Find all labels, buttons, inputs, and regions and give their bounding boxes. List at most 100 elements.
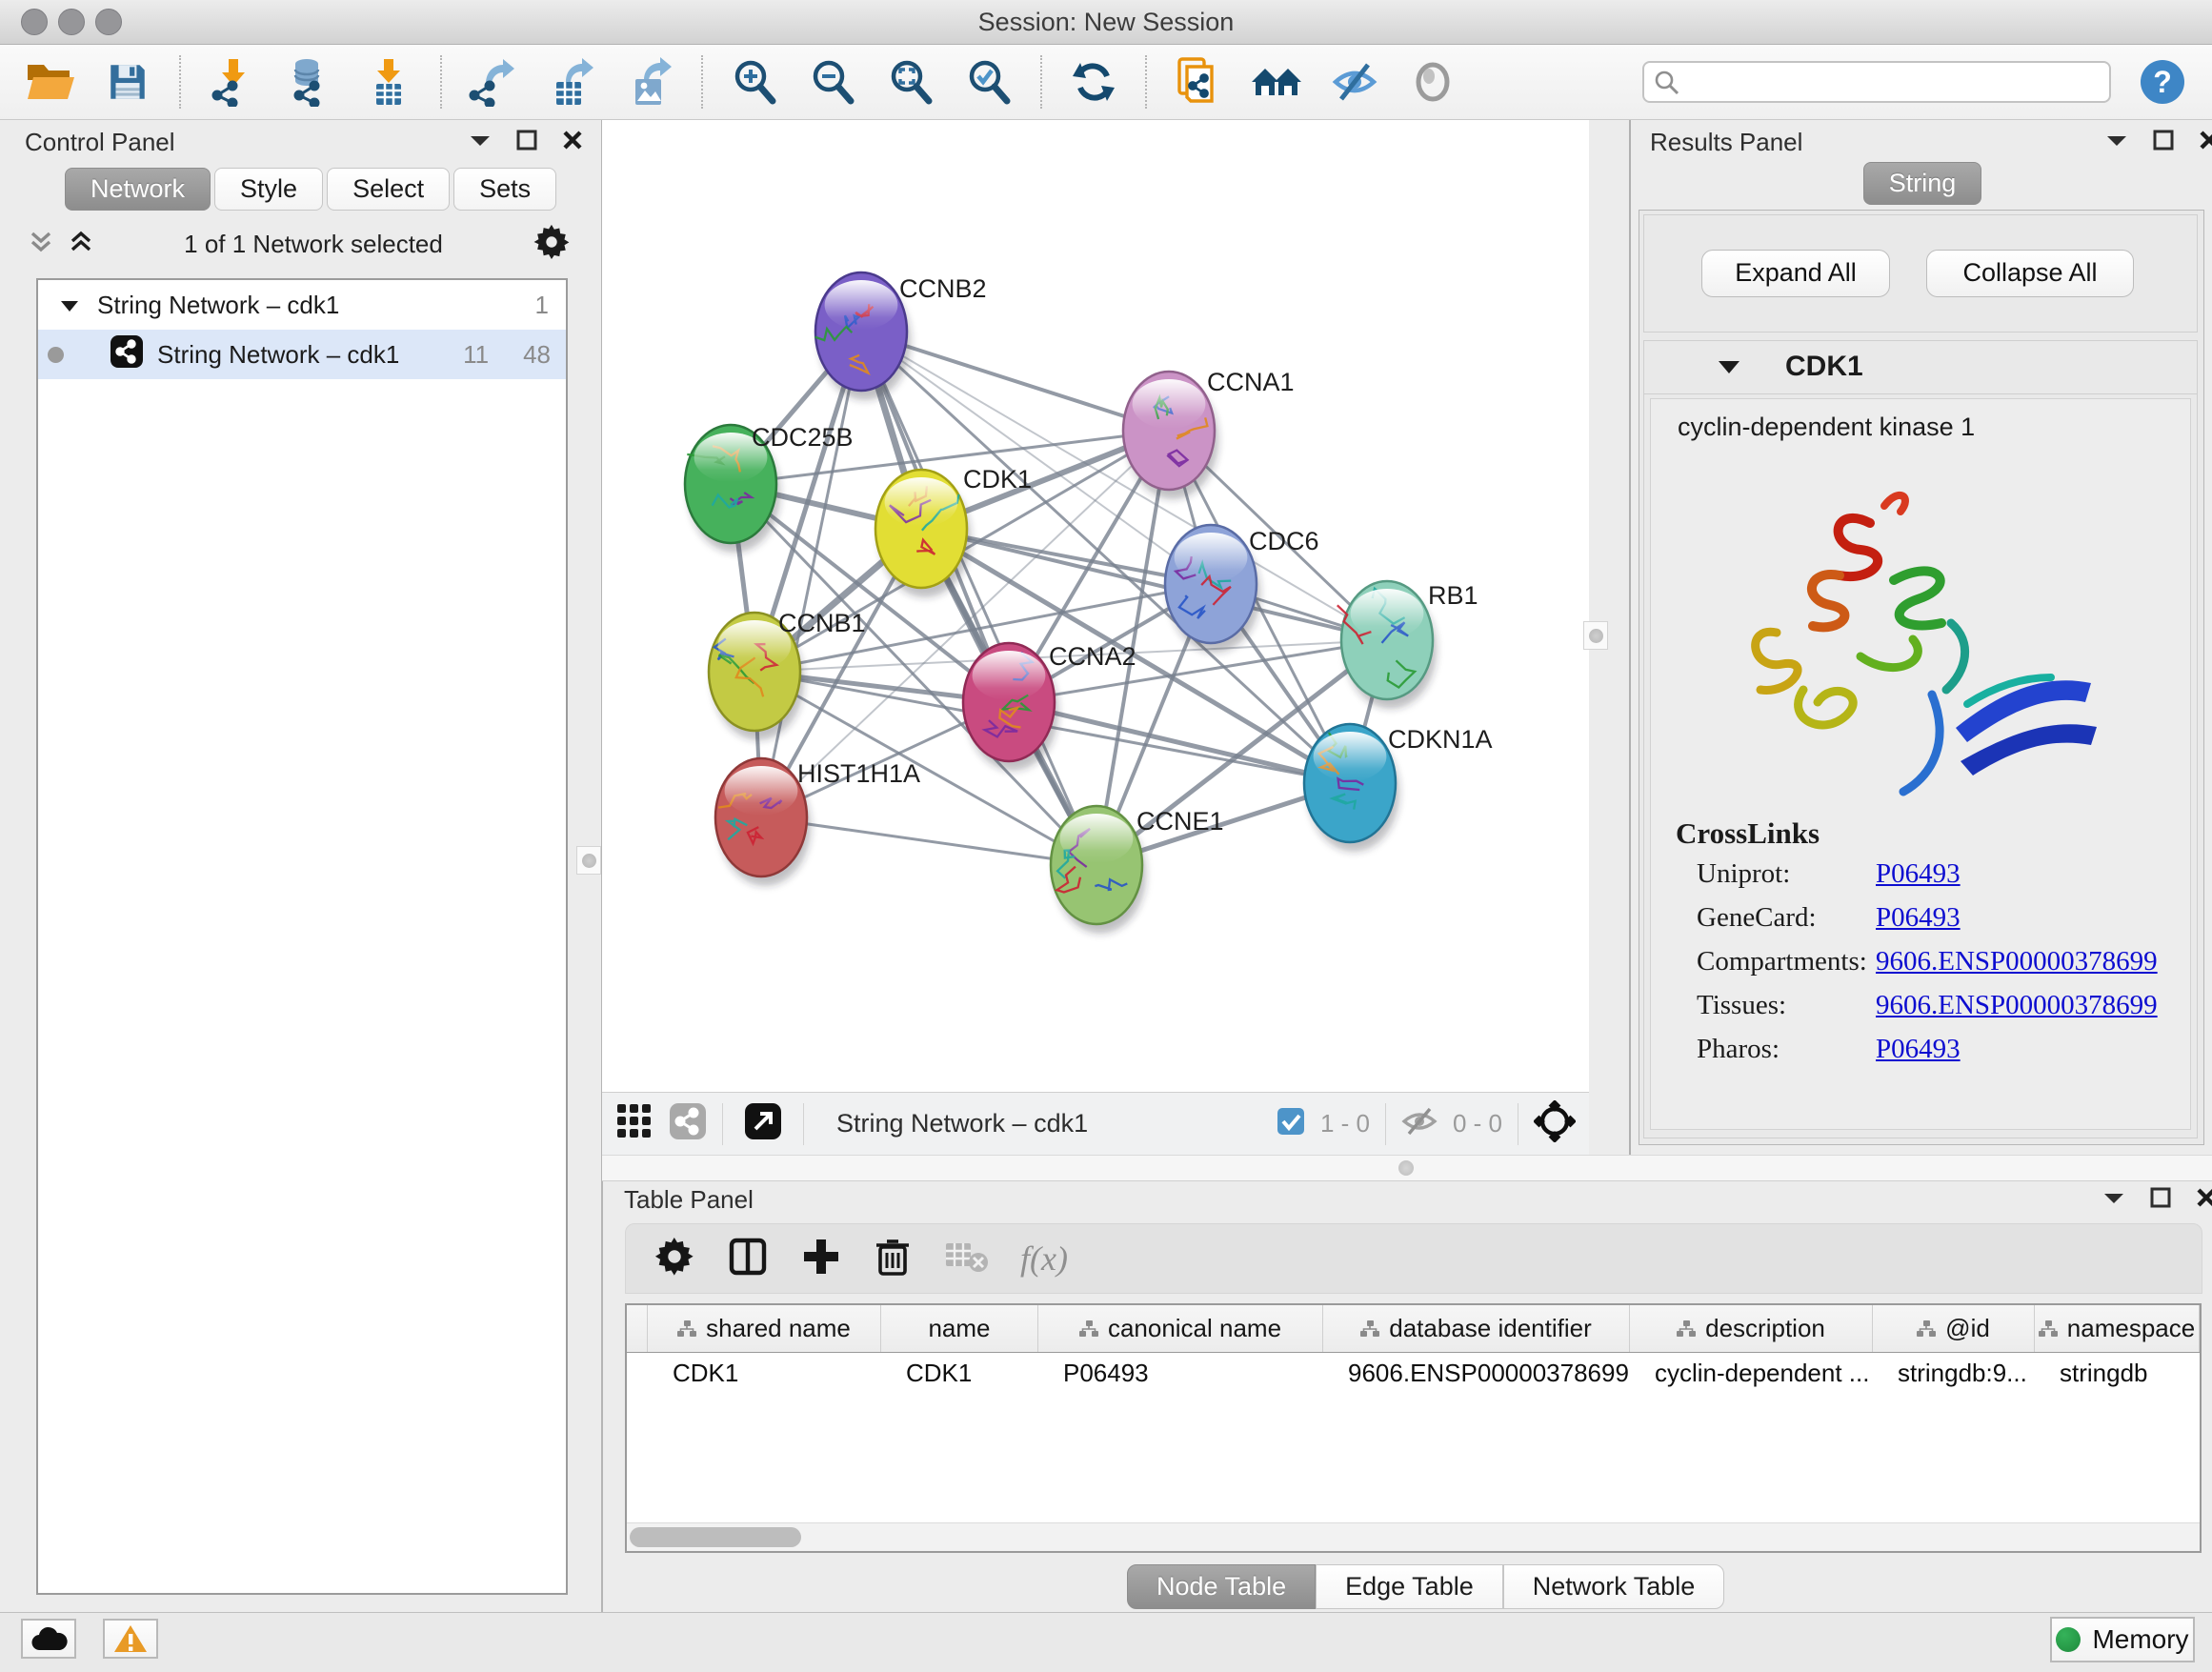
column-header-shared-name[interactable]: shared name [648, 1305, 881, 1352]
panel-float-icon[interactable] [516, 130, 537, 155]
panel-menu-icon[interactable] [469, 132, 492, 152]
gene-entry-header[interactable]: CDK1 [1644, 341, 2197, 394]
crosslink-value-link[interactable]: P06493 [1876, 902, 1961, 933]
zoom-out-icon[interactable] [806, 55, 859, 109]
share-document-icon[interactable] [1172, 55, 1225, 109]
tab-string[interactable]: String [1863, 162, 1982, 205]
right-splitter-handle[interactable] [1583, 621, 1608, 650]
panel-close-icon[interactable] [562, 130, 583, 155]
network-collection-row[interactable]: String Network – cdk1 1 [38, 280, 566, 330]
open-in-window-icon[interactable] [744, 1102, 782, 1145]
column-header-name[interactable]: name [881, 1305, 1038, 1352]
table-cell[interactable]: stringdb:9... [1873, 1353, 2035, 1395]
table-cell[interactable]: cyclin-dependent ... [1630, 1353, 1873, 1395]
apply-function-icon[interactable]: f(x) [1020, 1239, 1068, 1279]
show-all-eye-icon[interactable] [1406, 55, 1459, 109]
save-session-icon[interactable] [101, 55, 154, 109]
refresh-icon[interactable] [1067, 55, 1120, 109]
entry-collapse-icon[interactable] [1717, 358, 1741, 380]
panel-float-icon[interactable] [2150, 1187, 2171, 1213]
cloud-button[interactable] [21, 1619, 76, 1659]
selected-checkbox-icon[interactable] [1277, 1107, 1305, 1140]
network-node-HIST1H1A[interactable] [715, 758, 811, 886]
network-edge[interactable] [761, 817, 1096, 865]
delete-column-trash-icon[interactable] [874, 1236, 912, 1282]
panel-close-icon[interactable] [2196, 1187, 2212, 1213]
tree-expand-icon[interactable] [59, 291, 80, 320]
scrollbar-thumb[interactable] [630, 1527, 801, 1547]
import-network-icon[interactable] [206, 55, 259, 109]
expand-all-chevron-icon[interactable] [69, 230, 93, 259]
network-canvas[interactable]: CCNB2CCNA1CDC25BCDK1CDC6RB1CCNB1CCNA2CDK… [602, 120, 1589, 1092]
open-session-icon[interactable] [23, 55, 76, 109]
expand-all-button[interactable]: Expand All [1701, 250, 1890, 297]
column-header-description[interactable]: description [1630, 1305, 1873, 1352]
collapse-all-chevron-icon[interactable] [29, 230, 53, 259]
network-node-CDC6[interactable] [1165, 525, 1260, 653]
network-node-CCNE1[interactable] [1051, 806, 1146, 934]
column-header-database-identifier[interactable]: database identifier [1323, 1305, 1630, 1352]
grid-view-icon[interactable] [615, 1102, 654, 1145]
network-node-CDKN1A[interactable] [1304, 724, 1399, 852]
manage-columns-icon[interactable] [727, 1236, 769, 1282]
tab-style[interactable]: Style [214, 168, 323, 211]
network-node-CCNA2[interactable] [963, 643, 1058, 771]
column-header-@id[interactable]: @id [1873, 1305, 2035, 1352]
crosslink-value-link[interactable]: 9606.ENSP00000378699 [1876, 946, 2158, 977]
network-options-gear-icon[interactable] [533, 224, 570, 265]
crosslink-value-link[interactable]: 9606.ENSP00000378699 [1876, 990, 2158, 1020]
warning-button[interactable] [103, 1619, 158, 1659]
search-input[interactable] [1642, 61, 2111, 103]
import-table-icon[interactable] [362, 55, 415, 109]
table-cell[interactable]: 9606.ENSP00000378699 [1323, 1353, 1630, 1395]
network-edge[interactable] [1009, 702, 1350, 783]
panel-menu-icon[interactable] [2105, 132, 2128, 152]
horizontal-splitter[interactable] [602, 1155, 2212, 1181]
zoom-fit-icon[interactable] [884, 55, 937, 109]
share-network-icon[interactable] [669, 1102, 707, 1145]
hidden-eye-slash-icon[interactable] [1401, 1105, 1438, 1142]
network-row-selected[interactable]: String Network – cdk1 11 48 [38, 330, 566, 379]
node-label-CCNE1: CCNE1 [1136, 807, 1224, 836]
clear-table-icon[interactable] [944, 1239, 988, 1279]
tab-edge-table[interactable]: Edge Table [1316, 1564, 1503, 1609]
tab-select[interactable]: Select [327, 168, 450, 211]
network-node-CCNA1[interactable] [1123, 372, 1218, 499]
zoom-in-icon[interactable] [728, 55, 781, 109]
table-cell[interactable]: CDK1 [648, 1353, 881, 1395]
help-icon[interactable]: ? [2136, 55, 2189, 109]
panel-float-icon[interactable] [2153, 130, 2174, 155]
crosshair-move-icon[interactable] [1534, 1100, 1576, 1147]
collapse-all-button[interactable]: Collapse All [1926, 250, 2134, 297]
import-network-from-database-icon[interactable] [284, 55, 337, 109]
home-icon[interactable] [1250, 55, 1303, 109]
column-header-namespace[interactable]: namespace [2035, 1305, 2200, 1352]
network-node-CDK1[interactable] [875, 470, 971, 597]
memory-button[interactable]: Memory [2050, 1617, 2195, 1662]
table-horizontal-scrollbar[interactable] [627, 1522, 2200, 1551]
node-label-CDC6: CDC6 [1249, 527, 1319, 555]
table-settings-gear-icon[interactable] [654, 1237, 694, 1281]
network-node-CCNB2[interactable] [815, 272, 911, 400]
network-node-RB1[interactable] [1337, 581, 1437, 709]
table-cell[interactable]: CDK1 [881, 1353, 1038, 1395]
panel-close-icon[interactable] [2199, 130, 2212, 155]
hide-selection-eye-slash-icon[interactable] [1328, 55, 1381, 109]
export-network-icon[interactable] [467, 55, 520, 109]
table-cell[interactable]: P06493 [1038, 1353, 1323, 1395]
table-cell[interactable]: stringdb [2035, 1353, 2200, 1395]
export-table-icon[interactable] [545, 55, 598, 109]
column-header-canonical-name[interactable]: canonical name [1038, 1305, 1323, 1352]
tab-network-table[interactable]: Network Table [1503, 1564, 1725, 1609]
panel-menu-icon[interactable] [2102, 1190, 2125, 1210]
add-column-plus-icon[interactable] [801, 1237, 841, 1281]
left-splitter-handle[interactable] [576, 846, 601, 875]
zoom-selected-icon[interactable] [962, 55, 1016, 109]
tab-node-table[interactable]: Node Table [1127, 1564, 1316, 1609]
crosslink-value-link[interactable]: P06493 [1876, 858, 1961, 889]
crosslink-value-link[interactable]: P06493 [1876, 1034, 1961, 1064]
tab-sets[interactable]: Sets [453, 168, 556, 211]
tab-network[interactable]: Network [65, 168, 211, 211]
table-row[interactable]: CDK1CDK1P064939606.ENSP00000378699cyclin… [627, 1353, 2200, 1395]
export-image-icon[interactable] [623, 55, 676, 109]
